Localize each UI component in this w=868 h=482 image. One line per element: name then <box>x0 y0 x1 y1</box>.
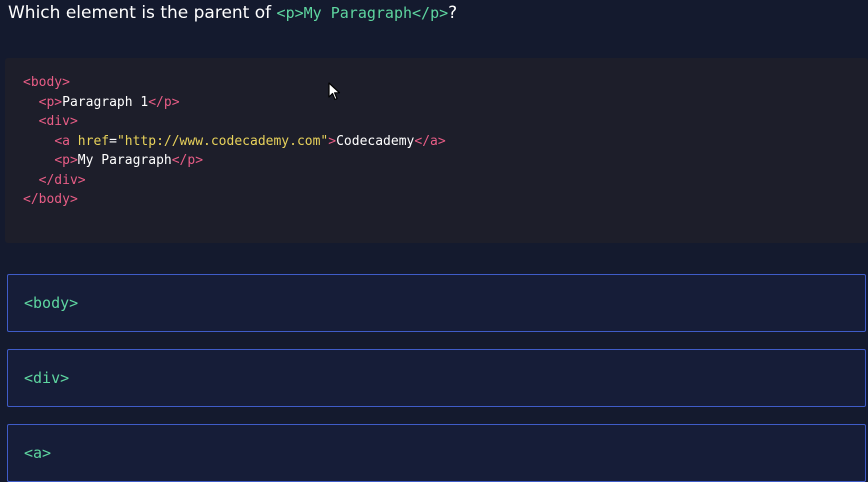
code-token-str: "http://www.codecademy.com" <box>116 133 329 149</box>
code-token-txt: = <box>109 133 117 149</box>
answer-option-label: <div> <box>24 369 70 387</box>
code-token-tag: <p> <box>54 153 78 168</box>
answer-option-label: <body> <box>24 294 79 312</box>
question-heading: Which element is the parent of <p>My Par… <box>8 2 457 24</box>
code-token-txt: My Paragraph <box>77 153 172 168</box>
code-token-tag: </p> <box>148 94 180 110</box>
question-suffix: ? <box>448 3 458 23</box>
answer-option-a[interactable]: <a> <box>7 424 866 482</box>
code-token-attr: href <box>77 133 110 149</box>
code-token-txt: Paragraph 1 <box>62 94 149 110</box>
code-token-txt: Codecademy <box>336 133 415 149</box>
code-token-tag: <p> <box>38 94 63 110</box>
code-lines: <body> <p>Paragraph 1</p> <div> <a href=… <box>23 73 446 210</box>
code-token-tag: </a> <box>414 133 446 149</box>
code-token-tag: > <box>328 133 337 149</box>
answer-option-div[interactable]: <div> <box>7 349 866 407</box>
code-token-tag: <body> <box>23 75 70 90</box>
code-line: <p>My Paragraph</p> <box>23 151 446 171</box>
code-token-tag: </p> <box>171 153 204 168</box>
code-line: </body> <box>23 190 446 210</box>
code-token-tag: </div> <box>38 172 86 188</box>
code-token-tag: <div> <box>38 114 78 129</box>
code-token-tag: </body> <box>23 192 78 207</box>
question-inline-code: <p>My Paragraph</p> <box>276 4 449 22</box>
mouse-pointer-icon <box>328 82 341 101</box>
answer-option-body[interactable]: <body> <box>7 274 866 332</box>
answer-option-label: <a> <box>24 444 52 462</box>
code-line: <body> <box>23 73 446 93</box>
code-line: <div> <box>23 112 446 132</box>
code-line: </div> <box>23 171 446 191</box>
code-line: <p>Paragraph 1</p> <box>23 93 446 113</box>
question-prefix: Which element is the parent of <box>8 3 277 23</box>
code-snippet: <body> <p>Paragraph 1</p> <div> <a href=… <box>5 58 868 243</box>
code-token-tag: <a <box>54 133 78 149</box>
code-line: <a href="http://www.codecademy.com">Code… <box>23 132 446 152</box>
